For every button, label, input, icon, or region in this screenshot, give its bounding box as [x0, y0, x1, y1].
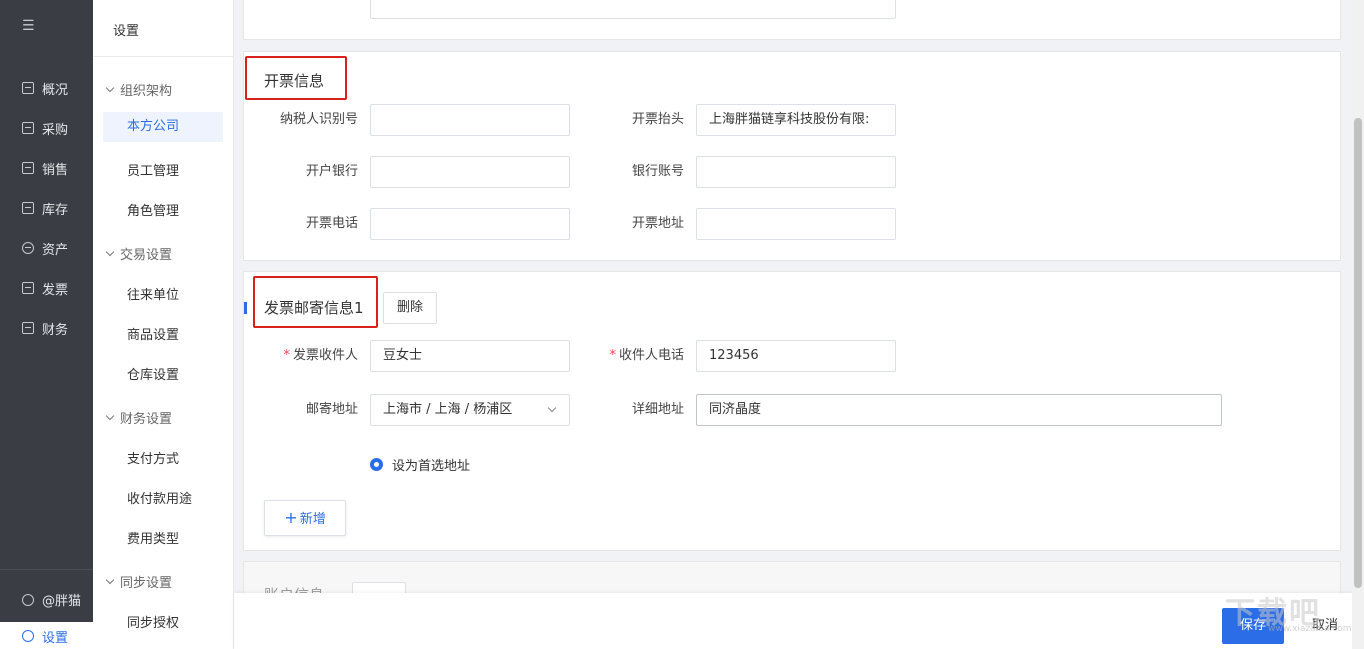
nav-item-sales[interactable]: 销售	[0, 148, 93, 188]
previous-input[interactable]	[370, 0, 896, 19]
invoice-phone-label: 开票电话	[305, 216, 358, 231]
chevron-down-icon	[105, 83, 115, 93]
settings-sidebar: 设置 组织架构 本方公司 员工管理 角色管理 交易设置 往来单位 商品设置 仓库…	[93, 0, 234, 649]
bank-account-label: 银行账号	[631, 164, 684, 179]
invoice-icon	[22, 282, 34, 294]
sidebar-group-label: 交易设置	[120, 248, 173, 263]
dashboard-icon	[22, 82, 34, 94]
recipient-input[interactable]: 豆女士	[370, 340, 570, 372]
sidebar-group-sync[interactable]: 同步设置	[105, 572, 173, 591]
nav-item-label: 财务	[42, 322, 69, 338]
region-select[interactable]: 上海市 / 上海 / 杨浦区	[370, 394, 570, 426]
sidebar-group-org[interactable]: 组织架构	[105, 80, 173, 99]
bank-account-input[interactable]	[696, 156, 896, 188]
tax-id-input[interactable]	[370, 104, 570, 136]
inventory-icon	[22, 202, 34, 214]
recipient-phone-label: * 收件人电话	[564, 340, 684, 372]
gear-icon	[22, 630, 34, 642]
sidebar-group-label: 组织架构	[120, 84, 173, 99]
main-nav: ☰ 概况 采购 销售 库存 资产 发票 财务 @胖猫 设置	[0, 0, 93, 649]
default-address-label: 设为首选地址	[392, 459, 471, 474]
bank-label: 开户银行	[305, 164, 358, 179]
invoice-header-input[interactable]: 上海胖猫链享科技股份有限:	[696, 104, 896, 136]
sidebar-group-label: 同步设置	[120, 576, 173, 591]
nav-item-finance[interactable]: 财务	[0, 308, 93, 348]
nav-item-label: 资产	[42, 242, 69, 258]
divider	[93, 56, 234, 57]
invoice-info-card: 开票信息 纳税人识别号 开票抬头 上海胖猫链享科技股份有限: 开户银行 银行账号…	[243, 51, 1341, 261]
footer-bar: 保存 取消	[234, 593, 1352, 649]
sidebar-group-label: 财务设置	[120, 412, 173, 427]
chevron-down-icon	[105, 247, 115, 257]
asset-icon	[22, 242, 34, 254]
nav-item-purchase[interactable]: 采购	[0, 108, 93, 148]
purchase-icon	[22, 122, 34, 134]
sidebar-item-products[interactable]: 商品设置	[127, 324, 179, 343]
nav-item-invoice[interactable]: 发票	[0, 268, 93, 308]
chevron-down-icon	[547, 403, 557, 413]
detail-address-label: 详细地址	[631, 402, 684, 417]
required-mark: *	[283, 348, 290, 363]
region-select-value: 上海市 / 上海 / 杨浦区	[383, 402, 513, 417]
invoice-phone-input[interactable]	[370, 208, 570, 240]
invoice-address-input[interactable]	[696, 208, 896, 240]
nav-user[interactable]: @胖猫	[22, 590, 81, 609]
sidebar-group-finance[interactable]: 财务设置	[105, 408, 173, 427]
chevron-down-icon	[105, 575, 115, 585]
nav-item-assets[interactable]: 资产	[0, 228, 93, 268]
required-mark: *	[609, 348, 616, 363]
section-title-mailing: 发票邮寄信息1	[264, 299, 364, 317]
chevron-down-icon	[105, 411, 115, 421]
sidebar-item-employees[interactable]: 员工管理	[127, 160, 179, 179]
mailing-address-label: 邮寄地址	[305, 402, 358, 417]
nav-bottom: @胖猫 设置	[0, 569, 93, 649]
sales-icon	[22, 162, 34, 174]
detail-address-input[interactable]: 同济晶度	[696, 394, 1222, 426]
nav-item-settings[interactable]: 设置	[0, 622, 93, 649]
section-marker	[244, 302, 247, 314]
sidebar-item-company[interactable]: 本方公司	[103, 112, 223, 142]
recipient-label-text: 发票收件人	[292, 348, 358, 363]
recipient-phone-label-text: 收件人电话	[618, 348, 684, 363]
add-button-label: 新增	[299, 512, 326, 527]
nav-item-label: 库存	[42, 202, 69, 218]
sidebar-item-roles[interactable]: 角色管理	[127, 200, 179, 219]
recipient-phone-input[interactable]: 123456	[696, 340, 896, 372]
nav-item-overview[interactable]: 概况	[0, 68, 93, 108]
invoice-address-label: 开票地址	[631, 216, 684, 231]
sidebar-group-trade[interactable]: 交易设置	[105, 244, 173, 263]
recipient-label: * 发票收件人	[238, 340, 358, 372]
nav-user-label: @胖猫	[42, 594, 82, 609]
sidebar-item-partners[interactable]: 往来单位	[127, 284, 179, 303]
sidebar-item-payment-purposes[interactable]: 收付款用途	[127, 488, 192, 507]
finance-icon	[22, 322, 34, 334]
nav-settings-label: 设置	[42, 630, 69, 646]
nav-item-label: 发票	[42, 282, 69, 298]
sidebar-item-payment-methods[interactable]: 支付方式	[127, 448, 179, 467]
plus-icon: +	[284, 508, 298, 527]
user-avatar-icon	[22, 593, 34, 606]
nav-item-label: 销售	[42, 162, 69, 178]
menu-toggle-icon[interactable]: ☰	[22, 18, 40, 36]
mailing-info-card: 发票邮寄信息1 删除 * 发票收件人 豆女士 * 收件人电话 123456 邮寄地址…	[243, 271, 1341, 551]
sidebar-item-sync-auth[interactable]: 同步授权	[127, 612, 179, 631]
nav-item-label: 采购	[42, 122, 69, 138]
sidebar-title: 设置	[113, 24, 140, 39]
add-address-button[interactable]: + 新增	[264, 500, 346, 536]
watermark-url: www.xiazaiba.com	[1268, 624, 1352, 634]
scrollbar-thumb[interactable]	[1354, 118, 1362, 588]
section-title-invoice: 开票信息	[264, 72, 325, 90]
sidebar-item-expense-types[interactable]: 费用类型	[127, 528, 179, 547]
nav-item-label: 概况	[42, 82, 69, 98]
tax-id-label: 纳税人识别号	[279, 112, 358, 127]
main-content: 开票信息 纳税人识别号 开票抬头 上海胖猫链享科技股份有限: 开户银行 银行账号…	[234, 0, 1350, 649]
bank-input[interactable]	[370, 156, 570, 188]
nav-item-inventory[interactable]: 库存	[0, 188, 93, 228]
default-address-radio[interactable]	[370, 458, 383, 471]
sidebar-item-warehouses[interactable]: 仓库设置	[127, 364, 179, 383]
delete-button[interactable]: 删除	[383, 292, 437, 324]
invoice-header-label: 开票抬头	[631, 112, 684, 127]
previous-section-card	[243, 0, 1341, 40]
scrollbar[interactable]	[1352, 0, 1364, 649]
